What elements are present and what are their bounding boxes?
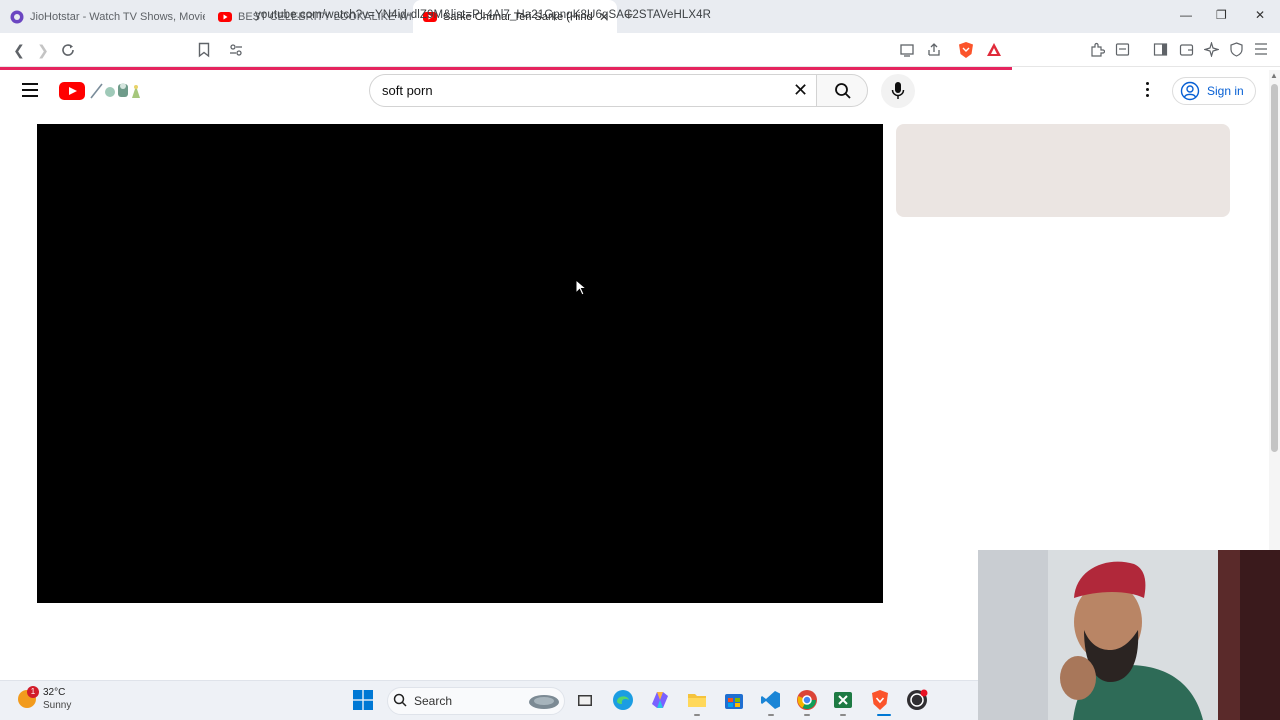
leo-ai-icon[interactable] — [1204, 42, 1219, 57]
back-icon[interactable]: ❮ — [10, 41, 28, 59]
share-icon[interactable] — [927, 43, 941, 57]
extensions-icon[interactable] — [1090, 42, 1105, 57]
tab-jiohotstar[interactable]: JioHotstar - Watch TV Shows, Movie — [0, 0, 205, 33]
jiohotstar-favicon-icon — [10, 10, 24, 23]
search-highlight-animal-icon — [529, 695, 559, 709]
scrollbar-thumb[interactable] — [1271, 84, 1278, 452]
search-button[interactable] — [816, 74, 868, 107]
sign-in-button[interactable]: Sign in — [1172, 77, 1256, 105]
weather-condition[interactable]: Sunny — [43, 700, 71, 711]
scroll-up-icon[interactable]: ▲ — [1270, 71, 1278, 80]
taskbar-search-icon — [393, 693, 407, 707]
reload-icon[interactable] — [60, 42, 76, 58]
youtube-doodle-icon[interactable] — [88, 80, 144, 100]
running-indicator — [694, 714, 700, 716]
sidebar-loading-placeholder — [896, 124, 1230, 217]
weather-temperature[interactable]: 32°C — [43, 687, 65, 698]
running-indicator — [840, 714, 846, 716]
video-player[interactable] — [37, 124, 883, 603]
restore-icon[interactable]: ❐ — [1216, 8, 1227, 22]
search-input[interactable] — [369, 74, 817, 107]
youtube-favicon-icon — [218, 11, 232, 22]
taskbar-search-label: Search — [414, 694, 453, 708]
webcam-overlay — [978, 550, 1280, 720]
active-app-indicator — [877, 714, 891, 716]
search-icon — [835, 83, 851, 99]
voice-search-button[interactable] — [881, 74, 915, 108]
guide-menu-icon[interactable] — [22, 83, 38, 97]
reading-list-icon[interactable] — [1115, 42, 1130, 57]
tab-title: JioHotstar - Watch TV Shows, Movie — [30, 10, 205, 23]
browser-menu-icon[interactable] — [1254, 43, 1268, 55]
running-indicator — [804, 714, 810, 716]
microsoft-store-icon[interactable] — [723, 689, 745, 711]
edge-browser-icon[interactable] — [612, 689, 634, 711]
windows-start-icon[interactable] — [353, 690, 373, 710]
obs-studio-icon[interactable] — [906, 689, 928, 711]
weather-notification-badge: 1 — [27, 686, 39, 698]
youtube-logo[interactable] — [59, 82, 85, 100]
account-icon — [1180, 81, 1200, 101]
browser-toolbar — [0, 33, 1280, 67]
address-bar[interactable]: youtube.com/watch?v=YN4id-dlZ9M&list=PL4… — [255, 9, 711, 21]
sidebar-toggle-icon[interactable] — [1153, 42, 1168, 57]
file-explorer-icon[interactable] — [686, 689, 708, 711]
mouse-cursor-icon — [575, 279, 587, 296]
bookmark-icon[interactable] — [198, 42, 210, 58]
forward-icon[interactable]: ❯ — [34, 41, 52, 59]
copilot-icon[interactable] — [649, 689, 671, 711]
sign-in-label: Sign in — [1207, 84, 1244, 98]
excel-icon[interactable] — [832, 689, 854, 711]
wallet-icon[interactable] — [1179, 42, 1194, 57]
webcam-person-image — [978, 550, 1280, 720]
vpn-icon[interactable] — [1229, 42, 1244, 57]
brave-rewards-icon[interactable] — [985, 41, 1003, 59]
settings-kebab-icon[interactable] — [1146, 82, 1150, 98]
chrome-icon[interactable] — [796, 689, 818, 711]
site-settings-icon[interactable] — [229, 43, 243, 57]
brave-shields-icon[interactable] — [957, 41, 975, 59]
task-view-icon[interactable] — [577, 692, 593, 708]
close-window-icon[interactable]: ✕ — [1255, 8, 1265, 22]
search-query-text: soft porn — [382, 83, 433, 98]
microphone-icon — [891, 82, 905, 99]
clear-search-icon[interactable]: ✕ — [793, 80, 808, 101]
running-indicator — [768, 714, 774, 716]
vscode-icon[interactable] — [760, 689, 782, 711]
brave-browser-icon[interactable] — [869, 689, 891, 711]
page-load-progress-bar — [0, 67, 1012, 70]
cast-icon[interactable] — [900, 43, 914, 57]
minimize-icon[interactable]: — — [1180, 8, 1192, 22]
